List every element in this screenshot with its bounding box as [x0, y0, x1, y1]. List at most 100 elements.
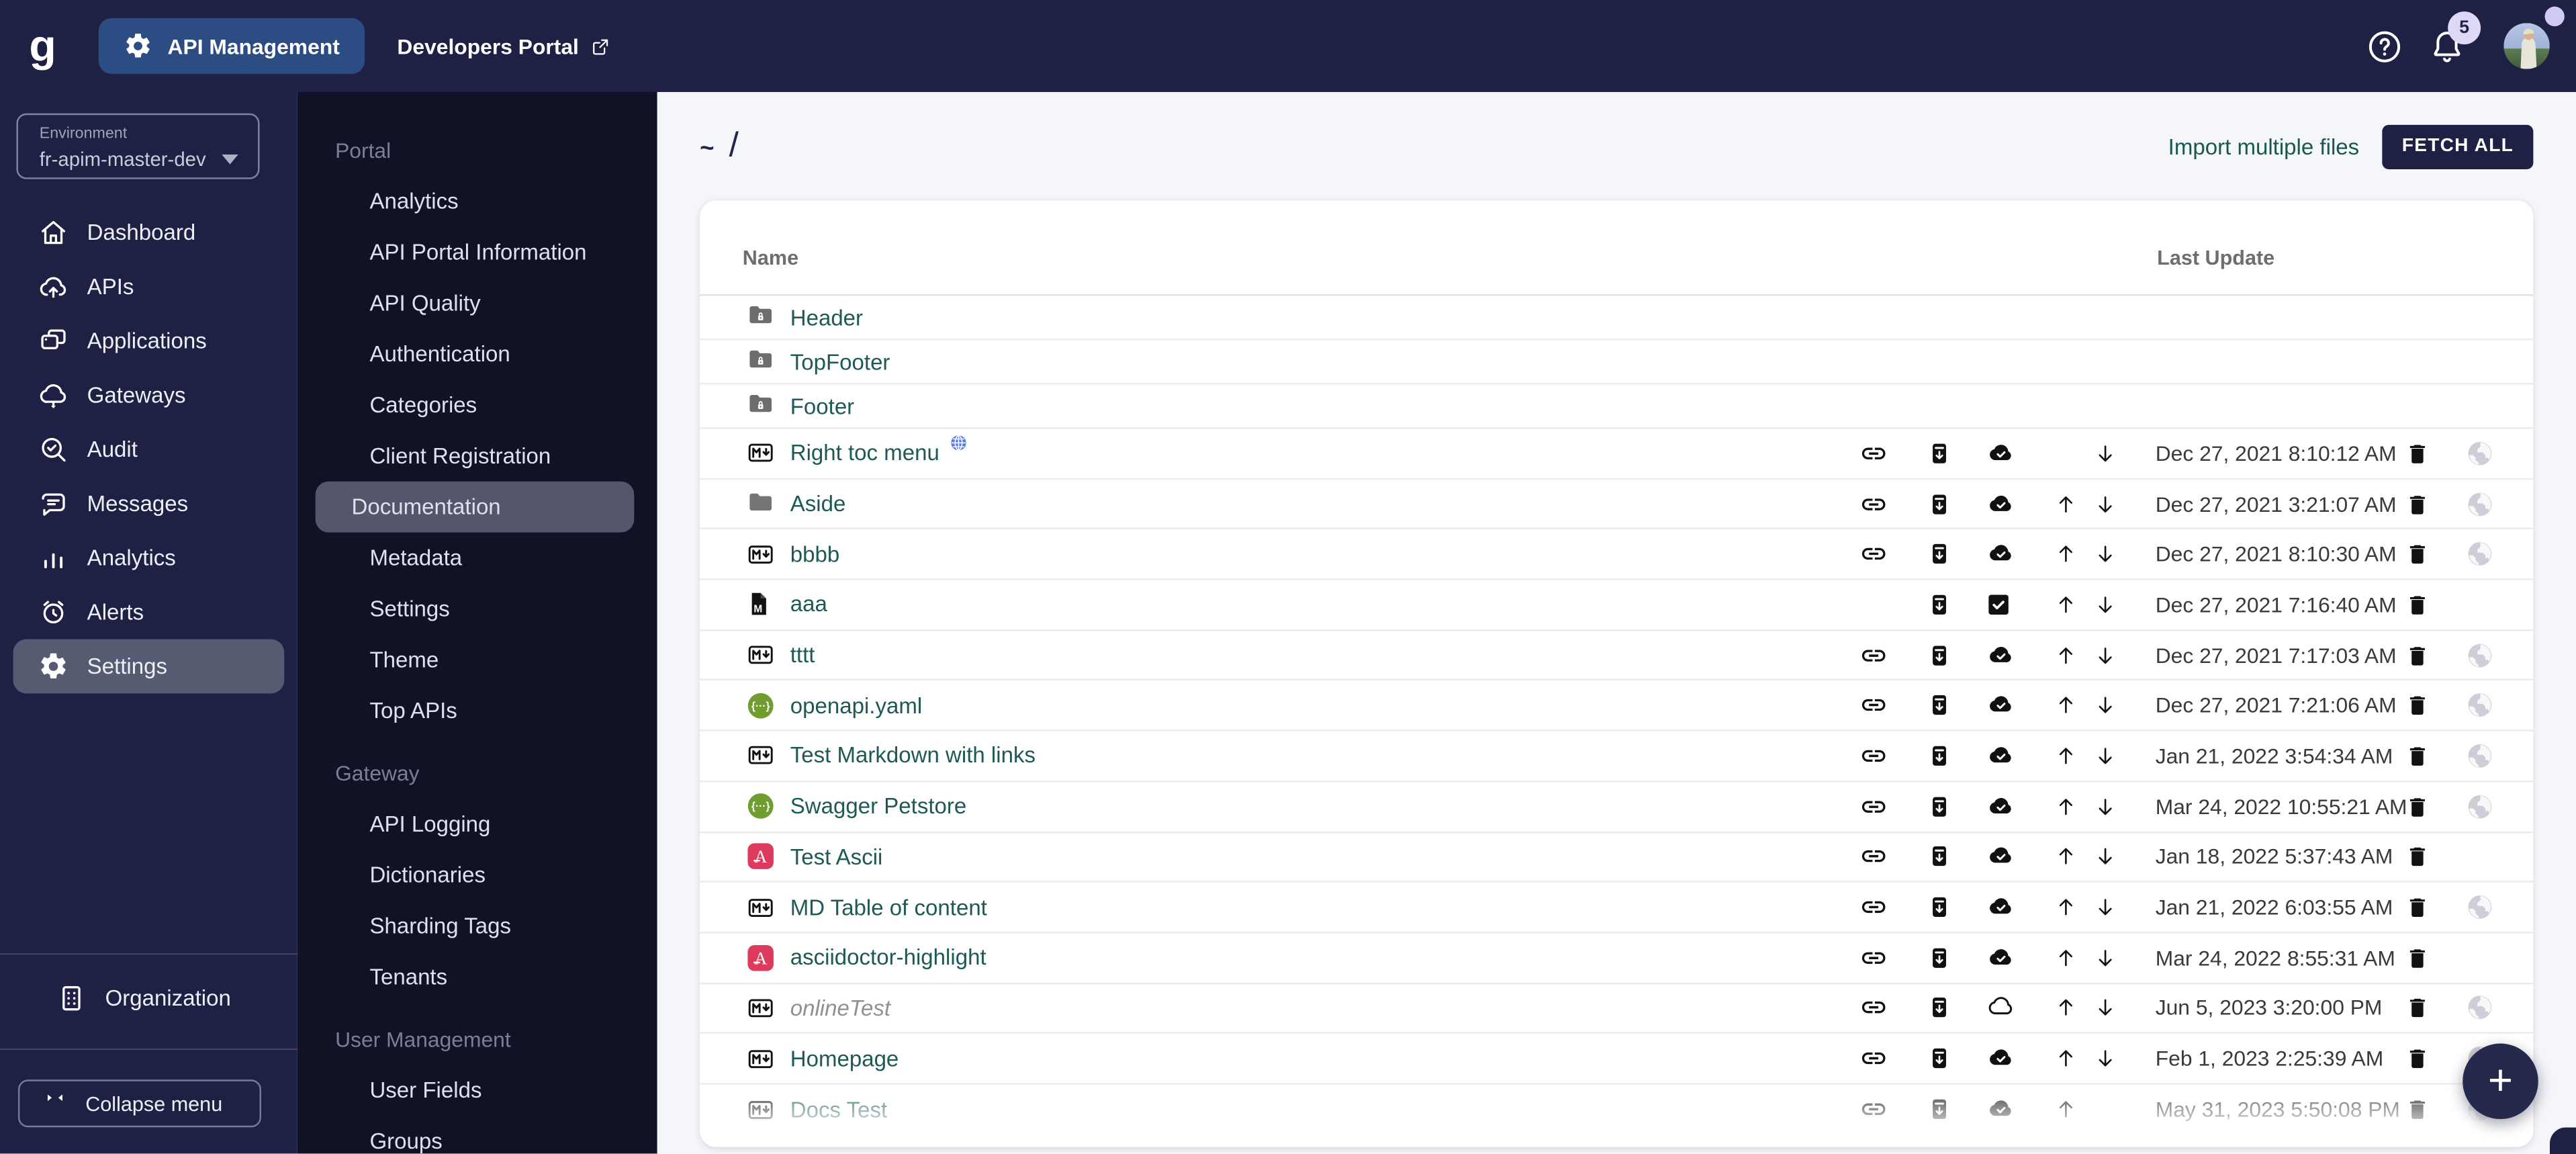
import-page-button[interactable] [1929, 1044, 1950, 1073]
publish-globe-icon[interactable] [2466, 793, 2494, 821]
published-cloud-icon[interactable] [1984, 1045, 2017, 1071]
sidebar-item-dashboard[interactable]: Dashboard [13, 206, 285, 260]
page-name-link[interactable]: Aside [790, 492, 846, 517]
subnav-item-documentation[interactable]: Documentation [315, 481, 635, 533]
subnav-item-theme[interactable]: Theme [316, 634, 635, 685]
subnav-item-authentication[interactable]: Authentication [316, 328, 635, 380]
published-cloud-icon[interactable] [1984, 693, 2017, 719]
page-name-link[interactable]: TopFooter [790, 349, 890, 374]
published-cloud-icon[interactable] [1984, 894, 2017, 920]
import-page-button[interactable] [1929, 1095, 1950, 1124]
delete-button[interactable] [2405, 641, 2430, 669]
published-cloud-icon[interactable] [1984, 440, 2017, 466]
subnav-item-api-quality[interactable]: API Quality [316, 277, 635, 328]
fetch-all-button[interactable]: FETCH ALL [2382, 124, 2534, 169]
import-page-button[interactable] [1929, 590, 1950, 619]
developers-portal-link[interactable]: Developers Portal [397, 34, 611, 58]
published-cloud-icon[interactable] [1984, 743, 2017, 769]
subnav-item-top-apis[interactable]: Top APIs [316, 685, 635, 736]
page-name-link[interactable]: Header [790, 305, 863, 330]
copy-link-button[interactable] [1859, 944, 1888, 972]
publish-globe-icon[interactable] [2466, 540, 2494, 568]
unpublished-cloud-icon[interactable] [1984, 995, 2017, 1021]
delete-button[interactable] [2405, 590, 2430, 619]
delete-button[interactable] [2405, 691, 2430, 719]
import-page-button[interactable] [1929, 791, 1950, 821]
move-down-button[interactable] [2093, 743, 2118, 769]
gravitee-logo[interactable]: g [7, 21, 79, 72]
copy-link-button[interactable] [1859, 691, 1888, 719]
subnav-item-api-logging[interactable]: API Logging [316, 799, 635, 850]
breadcrumb-home[interactable]: ~ [700, 135, 714, 163]
page-name-link[interactable]: openapi.yaml [790, 693, 922, 718]
page-name-link[interactable]: Footer [790, 394, 854, 418]
sidebar-item-analytics[interactable]: Analytics [13, 531, 285, 585]
delete-button[interactable] [2405, 793, 2430, 821]
move-up-button[interactable] [2054, 743, 2078, 769]
import-page-button[interactable] [1929, 691, 1950, 720]
copy-link-button[interactable] [1859, 793, 1888, 821]
move-down-button[interactable] [2093, 844, 2118, 870]
delete-button[interactable] [2405, 843, 2430, 871]
publish-globe-icon[interactable] [2466, 994, 2494, 1022]
delete-button[interactable] [2405, 1096, 2430, 1124]
subnav-item-metadata[interactable]: Metadata [316, 533, 635, 584]
environment-select[interactable]: Environment fr-apim-master-dev [16, 113, 260, 179]
import-page-button[interactable] [1929, 943, 1950, 973]
delete-button[interactable] [2405, 893, 2430, 922]
move-up-button[interactable] [2054, 793, 2078, 819]
page-name-link[interactable]: Right toc menu [790, 441, 939, 465]
copy-link-button[interactable] [1859, 1045, 1888, 1073]
app-switcher-api-management[interactable]: API Management [98, 17, 365, 75]
import-page-button[interactable] [1929, 439, 1950, 468]
sidebar-item-applications[interactable]: Applications [13, 314, 285, 368]
move-up-button[interactable] [2054, 1045, 2078, 1071]
copy-link-button[interactable] [1859, 641, 1888, 669]
publish-globe-icon[interactable] [2466, 641, 2494, 669]
publish-globe-icon[interactable] [2466, 691, 2494, 719]
page-name-link[interactable]: onlineTest [790, 995, 890, 1020]
page-name-link[interactable]: tttt [790, 643, 815, 668]
publish-globe-icon[interactable] [2466, 439, 2494, 468]
move-up-button[interactable] [2054, 591, 2078, 617]
page-name-link[interactable]: aaa [790, 592, 827, 617]
copy-link-button[interactable] [1859, 439, 1888, 468]
subnav-item-tenants[interactable]: Tenants [316, 951, 635, 1002]
move-down-button[interactable] [2093, 541, 2118, 567]
page-name-link[interactable]: Docs Test [790, 1098, 887, 1122]
sidebar-item-settings[interactable]: Settings [13, 639, 285, 694]
page-name-link[interactable]: Swagger Petstore [790, 794, 967, 819]
move-down-button[interactable] [2093, 944, 2118, 971]
subnav-item-groups[interactable]: Groups [316, 1116, 635, 1154]
page-name-link[interactable]: Test Ascii [790, 844, 883, 869]
move-down-button[interactable] [2093, 440, 2118, 466]
import-page-button[interactable] [1929, 993, 1950, 1023]
delete-button[interactable] [2405, 944, 2430, 972]
move-down-button[interactable] [2093, 793, 2118, 819]
subnav-item-user-fields[interactable]: User Fields [316, 1065, 635, 1116]
move-up-button[interactable] [2054, 894, 2078, 920]
copy-link-button[interactable] [1859, 994, 1888, 1022]
delete-button[interactable] [2405, 490, 2430, 518]
import-multiple-files-link[interactable]: Import multiple files [2168, 134, 2360, 159]
published-cloud-icon[interactable] [1984, 793, 2017, 819]
copy-link-button[interactable] [1859, 490, 1888, 518]
import-page-button[interactable] [1929, 741, 1950, 770]
delete-button[interactable] [2405, 994, 2430, 1022]
help-button[interactable] [2366, 27, 2403, 64]
published-cloud-icon[interactable] [1984, 642, 2017, 668]
sidebar-item-gateways[interactable]: Gateways [13, 368, 285, 423]
import-page-button[interactable] [1929, 489, 1950, 519]
delete-button[interactable] [2405, 439, 2430, 468]
subnav-item-categories[interactable]: Categories [316, 380, 635, 431]
move-down-button[interactable] [2093, 642, 2118, 668]
move-down-button[interactable] [2093, 591, 2118, 617]
publish-globe-icon[interactable] [2466, 490, 2494, 518]
move-down-button[interactable] [2093, 490, 2118, 517]
move-down-button[interactable] [2093, 693, 2118, 719]
published-cloud-icon[interactable] [1984, 541, 2017, 567]
sidebar-item-apis[interactable]: APIs [13, 260, 285, 314]
move-up-button[interactable] [2054, 490, 2078, 517]
move-up-button[interactable] [2054, 642, 2078, 668]
delete-button[interactable] [2405, 540, 2430, 568]
